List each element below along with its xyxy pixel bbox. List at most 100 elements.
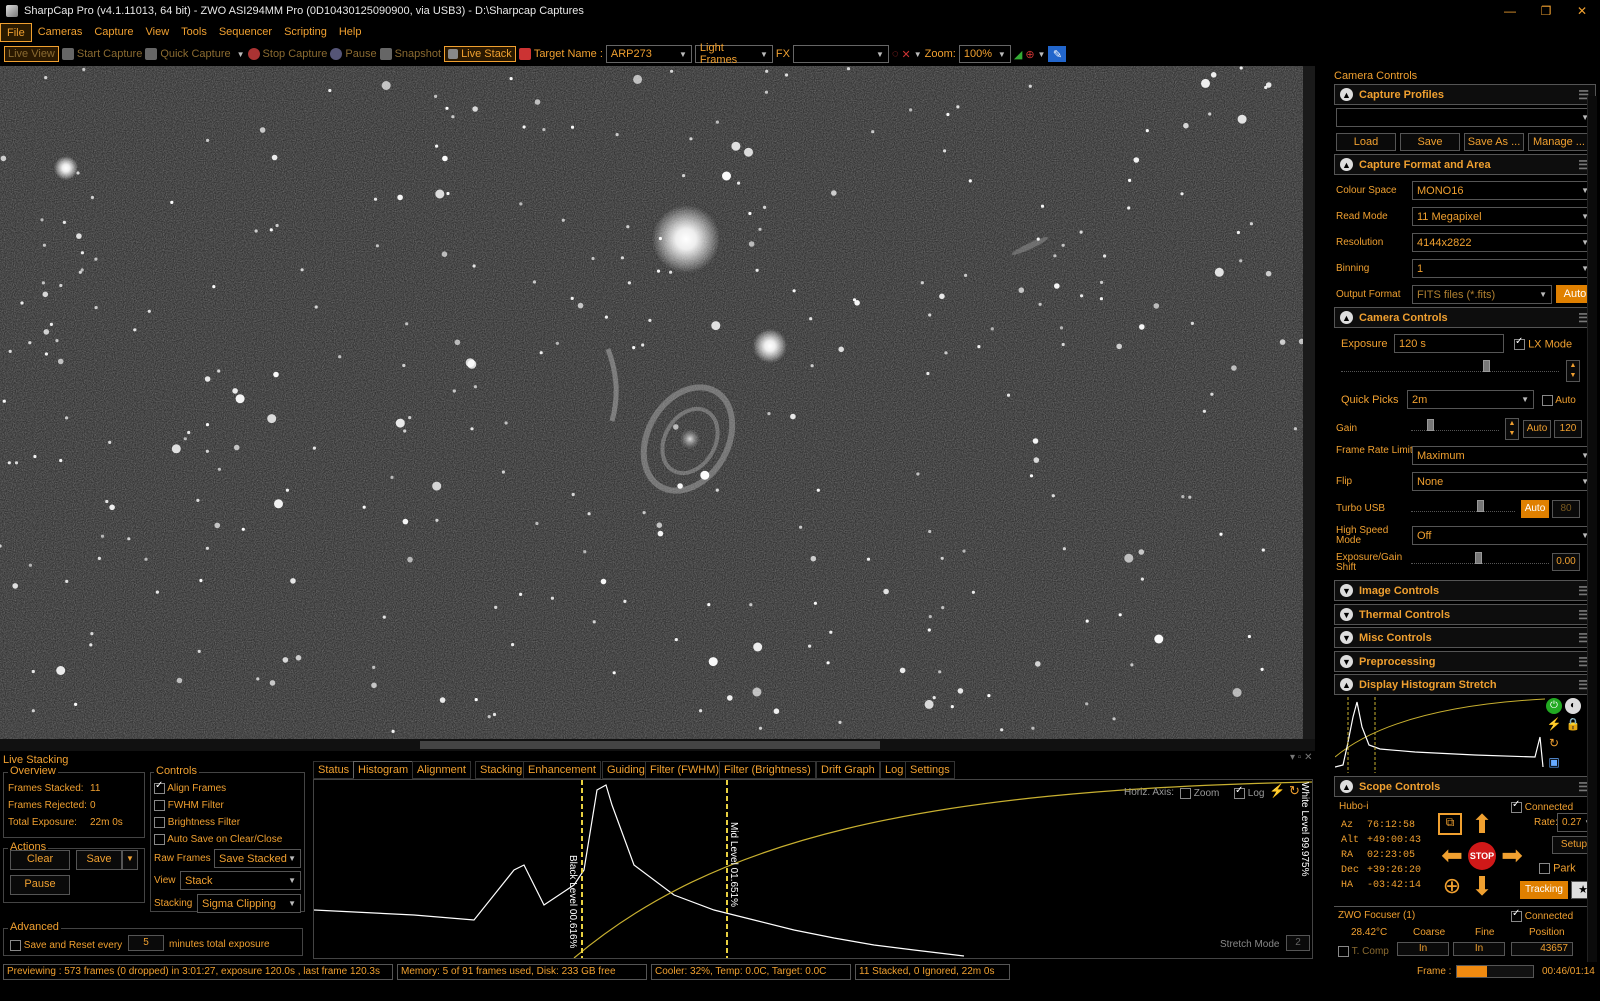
- save-dropdown-button[interactable]: ▼: [122, 850, 138, 870]
- save-stack-button[interactable]: Save: [76, 850, 122, 870]
- tab-histogram[interactable]: Histogram: [353, 761, 414, 779]
- scope-connected-checkbox[interactable]: Connected: [1511, 800, 1573, 813]
- goto-icon[interactable]: ⧉: [1438, 813, 1462, 835]
- thermal-controls-header[interactable]: ▼ Thermal Controls ☰: [1334, 604, 1596, 625]
- high-speed-mode-select[interactable]: Off ▼: [1412, 526, 1594, 545]
- raw-frames-select[interactable]: Save Stacked ▼: [214, 849, 301, 868]
- menu-view[interactable]: View: [140, 23, 176, 42]
- temperature-compensation-checkbox[interactable]: T. Comp: [1338, 946, 1389, 957]
- view-select[interactable]: Stack ▼: [180, 871, 301, 890]
- tab-stacking[interactable]: Stacking: [475, 761, 528, 779]
- frame-rate-limit-select[interactable]: Maximum ▼: [1412, 446, 1594, 465]
- east-arrow-button[interactable]: ➡: [1498, 842, 1526, 868]
- save-icon[interactable]: ▣: [1546, 755, 1562, 771]
- camera-controls-header[interactable]: ▲ Camera Controls ☰: [1334, 307, 1596, 328]
- viewer-horizontal-scrollbar[interactable]: [0, 739, 1315, 751]
- brightness-filter-checkbox[interactable]: Brightness Filter: [154, 817, 240, 828]
- focuser-position-input[interactable]: 43657: [1511, 942, 1573, 956]
- tab-filter-fwhm[interactable]: Filter (FWHM): [645, 761, 725, 779]
- capture-format-header[interactable]: ▲ Capture Format and Area ☰: [1334, 154, 1596, 175]
- capture-profile-select[interactable]: ▼: [1336, 108, 1594, 127]
- tab-alignment[interactable]: Alignment: [412, 761, 471, 779]
- stop-button[interactable]: STOP: [1468, 842, 1496, 870]
- menu-cameras[interactable]: Cameras: [32, 23, 89, 42]
- pause-stack-button[interactable]: Pause: [10, 875, 70, 895]
- minimize-button[interactable]: —: [1492, 0, 1528, 22]
- contrast-icon[interactable]: ◐: [1565, 698, 1581, 714]
- lightning-icon[interactable]: ⚡: [1269, 783, 1285, 801]
- viewer-vertical-scrollbar[interactable]: [1303, 66, 1315, 739]
- turbo-usb-auto-button[interactable]: Auto: [1521, 500, 1549, 518]
- gain-auto-button[interactable]: Auto: [1523, 420, 1551, 438]
- log-checkbox[interactable]: Log: [1234, 786, 1264, 799]
- capture-profiles-header[interactable]: ▲ Capture Profiles ☰: [1334, 84, 1596, 105]
- overlay-dropdown[interactable]: ▼: [914, 50, 922, 59]
- save-and-reset-checkbox[interactable]: Save and Reset every: [10, 940, 122, 951]
- load-profile-button[interactable]: Load: [1336, 133, 1396, 151]
- lock-icon[interactable]: 🔒: [1565, 717, 1581, 733]
- crosshair-icon[interactable]: ✕: [902, 48, 911, 61]
- save-as-profile-button[interactable]: Save As ...: [1464, 133, 1524, 151]
- close-button[interactable]: ✕: [1564, 0, 1600, 22]
- focus-icon[interactable]: ⊕: [1025, 48, 1034, 61]
- quick-picks-auto-checkbox[interactable]: Auto: [1542, 395, 1576, 406]
- save-profile-button[interactable]: Save: [1400, 133, 1460, 151]
- output-format-select[interactable]: FITS files (*.fits) ▼: [1412, 285, 1552, 304]
- target-name-select[interactable]: ARP273 ▼: [605, 45, 692, 63]
- menu-help[interactable]: Help: [333, 23, 368, 42]
- menu-sequencer[interactable]: Sequencer: [213, 23, 278, 42]
- stretch-mode-input[interactable]: 2: [1286, 935, 1310, 951]
- exposure-input[interactable]: 120 s: [1394, 334, 1504, 353]
- turbo-usb-slider[interactable]: [1411, 500, 1515, 512]
- histogram-icon[interactable]: ◢: [1014, 48, 1022, 61]
- north-arrow-button[interactable]: ⬆: [1468, 811, 1496, 837]
- tab-filter-brightness[interactable]: Filter (Brightness): [719, 761, 816, 779]
- stack-histogram-graph[interactable]: Black Level 00.616% Mid Level 01.651% Wh…: [313, 779, 1313, 959]
- image-controls-header[interactable]: ▼ Image Controls ☰: [1334, 580, 1596, 601]
- manage-profiles-button[interactable]: Manage ...: [1528, 133, 1590, 151]
- lx-mode-checkbox[interactable]: LX Mode: [1514, 337, 1572, 350]
- coarse-in-button[interactable]: In: [1397, 942, 1449, 956]
- exposure-slider[interactable]: [1341, 360, 1559, 372]
- snapshot-button[interactable]: Snapshot: [379, 48, 441, 60]
- tab-drift-graph[interactable]: Drift Graph: [816, 761, 880, 779]
- tracking-button[interactable]: Tracking: [1520, 881, 1568, 899]
- fine-in-button[interactable]: In: [1453, 942, 1505, 956]
- lightning-icon[interactable]: ⚡: [1546, 717, 1562, 733]
- south-arrow-button[interactable]: ⬇: [1468, 873, 1496, 899]
- auto-save-checkbox[interactable]: Auto Save on Clear/Close: [154, 834, 282, 845]
- live-stack-button[interactable]: Live Stack: [444, 46, 516, 62]
- exposure-spinner[interactable]: ▲ ▼: [1566, 360, 1580, 382]
- align-frames-checkbox[interactable]: Align Frames: [154, 781, 226, 794]
- start-capture-button[interactable]: Start Capture: [61, 48, 142, 60]
- tab-settings[interactable]: Settings: [905, 761, 955, 779]
- scope-controls-header[interactable]: ▲ Scope Controls ☰: [1334, 776, 1596, 797]
- read-mode-select[interactable]: 11 Megapixel ▼: [1412, 207, 1594, 226]
- pause-button[interactable]: Pause: [330, 48, 377, 60]
- gain-value-input[interactable]: 120: [1554, 420, 1582, 438]
- gain-slider[interactable]: [1411, 419, 1499, 431]
- focuser-connected-checkbox[interactable]: Connected: [1511, 909, 1573, 922]
- image-viewer[interactable]: [0, 66, 1303, 739]
- right-panel-scrollbar[interactable]: [1587, 96, 1597, 976]
- binning-select[interactable]: 1 ▼: [1412, 259, 1594, 278]
- polar-align-icon[interactable]: ✎: [1048, 46, 1067, 62]
- focus-dropdown[interactable]: ▼: [1038, 50, 1046, 59]
- frame-type-select[interactable]: Light Frames ▼: [694, 42, 773, 66]
- tab-status[interactable]: Status: [313, 761, 355, 779]
- clear-stack-button[interactable]: Clear: [10, 850, 70, 870]
- gain-spinner[interactable]: ▲ ▼: [1505, 418, 1519, 440]
- auto-stretch-icon[interactable]: ⏻: [1546, 698, 1562, 714]
- reset-icon[interactable]: ↻: [1546, 736, 1562, 752]
- misc-controls-header[interactable]: ▼ Misc Controls ☰: [1334, 627, 1596, 648]
- quick-picks-select[interactable]: 2m ▼: [1407, 390, 1534, 409]
- flip-select[interactable]: None ▼: [1412, 472, 1594, 491]
- preprocessing-header[interactable]: ▼ Preprocessing ☰: [1334, 651, 1596, 672]
- colour-space-select[interactable]: MONO16 ▼: [1412, 181, 1594, 200]
- west-arrow-button[interactable]: ⬅: [1438, 842, 1466, 868]
- exposure-gain-shift-slider[interactable]: [1411, 552, 1549, 564]
- exposure-gain-shift-value[interactable]: 0.00: [1552, 553, 1580, 571]
- display-histogram-stretch-header[interactable]: ▲ Display Histogram Stretch ☰: [1334, 674, 1596, 695]
- reticle-icon[interactable]: ◌: [892, 48, 899, 60]
- menu-file[interactable]: File: [0, 23, 32, 42]
